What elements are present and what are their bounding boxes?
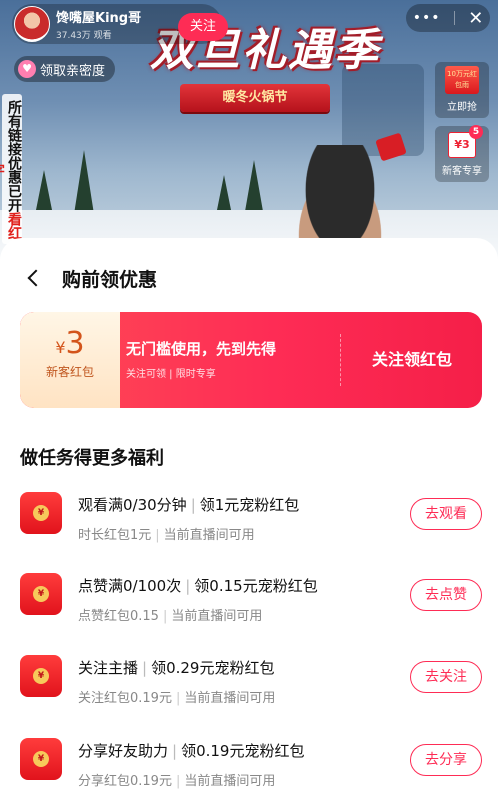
task-like: ¥ 点赞满0/100次 | 领0.15元宠粉红包 点赞红包0.15 | 当前直播间可用 … <box>20 573 482 633</box>
red-envelope-icon: ¥ <box>20 573 62 615</box>
go-share-button[interactable]: 去分享 <box>410 744 482 776</box>
notice-text: 所有链接优惠已开 <box>6 100 22 212</box>
task-description: 分享红包0.19元 | 当前直播间可用 <box>78 774 276 789</box>
red-packet-label: 立即抢 <box>447 102 477 113</box>
vertical-notice: 所有链接优惠已开看红字 <box>0 94 22 244</box>
coupon-amount: ¥3 <box>20 326 120 361</box>
pre-purchase-offers-sheet: 购前领优惠 ¥3 新客红包 无门槛使用，先到先得 关注可领 | 限时专享 关注领… <box>0 238 498 800</box>
task-title: 点赞满0/100次 | 领0.15元宠粉红包 <box>78 577 318 595</box>
coupon-stub-label: 新客红包 <box>45 365 94 379</box>
task-watch: ¥ 观看满0/30分钟 | 领1元宠粉红包 时长红包1元 | 当前直播间可用 去观看 <box>20 492 482 552</box>
more-icon[interactable]: ••• <box>413 10 441 26</box>
back-arrow-icon[interactable] <box>24 266 48 290</box>
task-title: 观看满0/30分钟 | 领1元宠粉红包 <box>78 496 300 514</box>
task-description: 时长红包1元 | 当前直播间可用 <box>78 528 255 543</box>
red-envelope-icon: ¥ <box>20 655 62 697</box>
host-card[interactable]: 馋嘴屋King哥 37.43万 观看 关注 <box>12 4 228 44</box>
heart-icon: ♥ <box>18 60 36 78</box>
event-banner-subtitle: 暖冬火锅节 <box>180 84 330 112</box>
close-icon[interactable]: ✕ <box>468 8 483 29</box>
task-description: 点赞红包0.15 | 当前直播间可用 <box>78 609 263 624</box>
task-title: 分享好友助力 | 领0.19元宠粉红包 <box>78 742 305 760</box>
host-stats: 37.43万 观看 <box>56 31 112 41</box>
sheet-title: 购前领优惠 <box>62 268 158 291</box>
currency-symbol: ¥ <box>55 338 66 357</box>
notification-badge: 5 <box>469 125 483 139</box>
task-follow: ¥ 关注主播 | 领0.29元宠粉红包 关注红包0.19元 | 当前直播间可用 去关注 <box>20 655 482 715</box>
coupon-stub: ¥3 新客红包 <box>20 312 120 408</box>
go-follow-button[interactable]: 去关注 <box>410 661 482 693</box>
follow-button[interactable]: 关注 <box>178 13 228 41</box>
coupon-subtext: 关注可领 | 限时专享 <box>126 369 216 380</box>
follow-claim-button[interactable]: 关注领红包 <box>342 312 482 408</box>
task-title: 关注主播 | 领0.29元宠粉红包 <box>78 659 275 677</box>
red-packet-rain-card[interactable]: 10万元红包雨 立即抢 <box>435 62 489 118</box>
coupon-icon: ¥3 5 <box>448 125 483 158</box>
coupon-value: 3 <box>65 326 85 361</box>
coupon-divider <box>340 334 341 386</box>
host-avatar[interactable] <box>14 6 50 42</box>
coupon-icon-text: ¥3 <box>454 138 470 151</box>
coupon-details: 无门槛使用，先到先得 关注可领 | 限时专享 <box>126 338 276 380</box>
new-customer-coupon[interactable]: ¥3 新客红包 无门槛使用，先到先得 关注可领 | 限时专享 关注领红包 <box>20 312 482 408</box>
host-name: 馋嘴屋King哥 <box>56 11 142 26</box>
divider <box>453 11 455 25</box>
new-customer-label: 新客专享 <box>442 166 482 177</box>
coupon-headline: 无门槛使用，先到先得 <box>126 340 277 358</box>
intimacy-label: 领取亲密度 <box>40 63 106 79</box>
new-customer-card[interactable]: ¥3 5 新客专享 <box>435 125 489 182</box>
red-envelope-icon: ¥ <box>20 492 62 534</box>
sheet-header: 购前领优惠 <box>0 258 498 298</box>
red-packet-icon: 10万元红包雨 <box>445 66 479 94</box>
go-watch-button[interactable]: 去观看 <box>410 498 482 530</box>
red-envelope-icon: ¥ <box>20 738 62 780</box>
task-share: ¥ 分享好友助力 | 领0.19元宠粉红包 分享红包0.19元 | 当前直播间可用 去分… <box>20 738 482 798</box>
coupon-condition: 关注可领 <box>126 369 166 380</box>
go-like-button[interactable]: 去点赞 <box>410 579 482 611</box>
top-right-controls: ••• ✕ <box>406 4 490 32</box>
coupon-limit: 限时专享 <box>175 369 216 380</box>
intimacy-chip[interactable]: ♥ 领取亲密度 <box>14 56 116 82</box>
task-description: 关注红包0.19元 | 当前直播间可用 <box>78 691 276 706</box>
tasks-section-title: 做任务得更多福利 <box>20 448 164 469</box>
